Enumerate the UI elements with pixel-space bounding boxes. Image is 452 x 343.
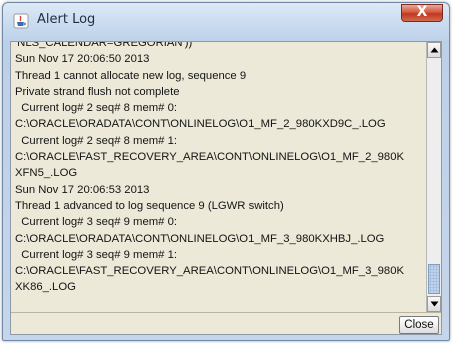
close-icon: X xyxy=(416,4,428,20)
title-bar[interactable]: Alert Log X xyxy=(3,3,449,43)
log-line: C:\ORACLE\ORADATA\CONT\ONLINELOG\O1_MF_3… xyxy=(15,232,385,245)
log-line: Sun Nov 17 20:06:53 2013 xyxy=(15,183,150,196)
arrow-down-icon xyxy=(430,301,439,307)
log-line: Current log# 2 seq# 8 mem# 0: xyxy=(15,102,178,115)
log-text-area[interactable]: 'NLS_CALENDAR=GREGORIAN')) Sun Nov 17 20:… xyxy=(15,42,423,312)
log-line: XFN5_.LOG xyxy=(15,167,78,180)
log-line: Thread 1 advanced to log sequence 9 (LGW… xyxy=(15,199,284,212)
scroll-down-button[interactable] xyxy=(427,296,441,312)
log-line: XK86_.LOG xyxy=(15,281,76,294)
log-line: C:\ORACLE\FAST_RECOVERY_AREA\CONT\ONLINE… xyxy=(15,265,405,278)
log-line: C:\ORACLE\FAST_RECOVERY_AREA\CONT\ONLINE… xyxy=(15,151,405,164)
content-panel: 'NLS_CALENDAR=GREGORIAN')) Sun Nov 17 20:… xyxy=(10,41,442,335)
scroll-thumb[interactable] xyxy=(428,264,440,294)
log-line: Sun Nov 17 20:06:50 2013 xyxy=(15,53,150,66)
log-line: C:\ORACLE\ORADATA\CONT\ONLINELOG\O1_MF_2… xyxy=(15,118,386,131)
window-title: Alert Log xyxy=(37,12,96,27)
log-line: Current log# 3 seq# 9 mem# 1: xyxy=(15,248,178,261)
log-line: Current log# 2 seq# 8 mem# 1: xyxy=(15,134,178,147)
log-line: 'NLS_CALENDAR=GREGORIAN')) xyxy=(15,42,193,49)
close-button[interactable]: Close xyxy=(399,316,439,334)
arrow-up-icon xyxy=(430,47,439,53)
alert-log-window: Alert Log X 'NLS_CALENDAR=GREGORIAN')) Su… xyxy=(2,2,450,341)
vertical-scrollbar[interactable] xyxy=(426,42,441,312)
button-bar: Close xyxy=(11,312,441,336)
log-line: Current log# 3 seq# 9 mem# 0: xyxy=(15,216,178,229)
log-line: Private strand flush not complete xyxy=(15,85,180,98)
scroll-up-button[interactable] xyxy=(427,42,441,58)
java-cup-icon xyxy=(13,13,29,29)
window-close-button[interactable]: X xyxy=(401,4,443,22)
log-line: Thread 1 cannot allocate new log, sequen… xyxy=(15,69,247,82)
